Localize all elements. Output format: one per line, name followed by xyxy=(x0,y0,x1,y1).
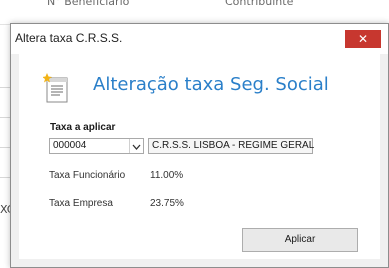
background-table-header: N° Beneficiário Contribuinte xyxy=(0,0,389,25)
chevron-down-icon[interactable] xyxy=(129,139,143,153)
company-rate-label: Taxa Empresa xyxy=(49,198,113,209)
page-title: Alteração taxa Seg. Social xyxy=(93,74,329,95)
tax-description-value: C.R.S.S. LISBOA - REGIME GERAL xyxy=(152,140,315,151)
tax-code-select[interactable]: 000004 xyxy=(49,138,144,154)
close-button[interactable]: ✕ xyxy=(345,30,381,48)
dialog-title: Altera taxa C.R.S.S. xyxy=(15,31,123,45)
employee-rate-value: 11.00% xyxy=(150,170,184,181)
document-with-sparkle-icon xyxy=(42,73,71,103)
tax-code-value: 000004 xyxy=(53,140,87,151)
dialog-titlebar[interactable]: Altera taxa C.R.S.S. ✕ xyxy=(11,24,388,54)
background-column-header-contribuinte: Contribuinte xyxy=(225,0,294,8)
employee-rate-label: Taxa Funcionário xyxy=(49,170,126,181)
tax-description-field: C.R.S.S. LISBOA - REGIME GERAL xyxy=(148,138,315,154)
close-icon: ✕ xyxy=(357,32,369,46)
apply-button[interactable]: Aplicar xyxy=(242,228,358,252)
background-column-header-beneficiario: N° Beneficiário xyxy=(47,0,130,8)
company-rate-value: 23.75% xyxy=(150,198,184,209)
dialog-content: Alteração taxa Seg. Social Taxa a aplica… xyxy=(19,54,380,259)
tax-section-label: Taxa a aplicar xyxy=(50,122,116,133)
alter-tax-dialog: Altera taxa C.R.S.S. ✕ Alteração taxa Se… xyxy=(10,23,389,268)
